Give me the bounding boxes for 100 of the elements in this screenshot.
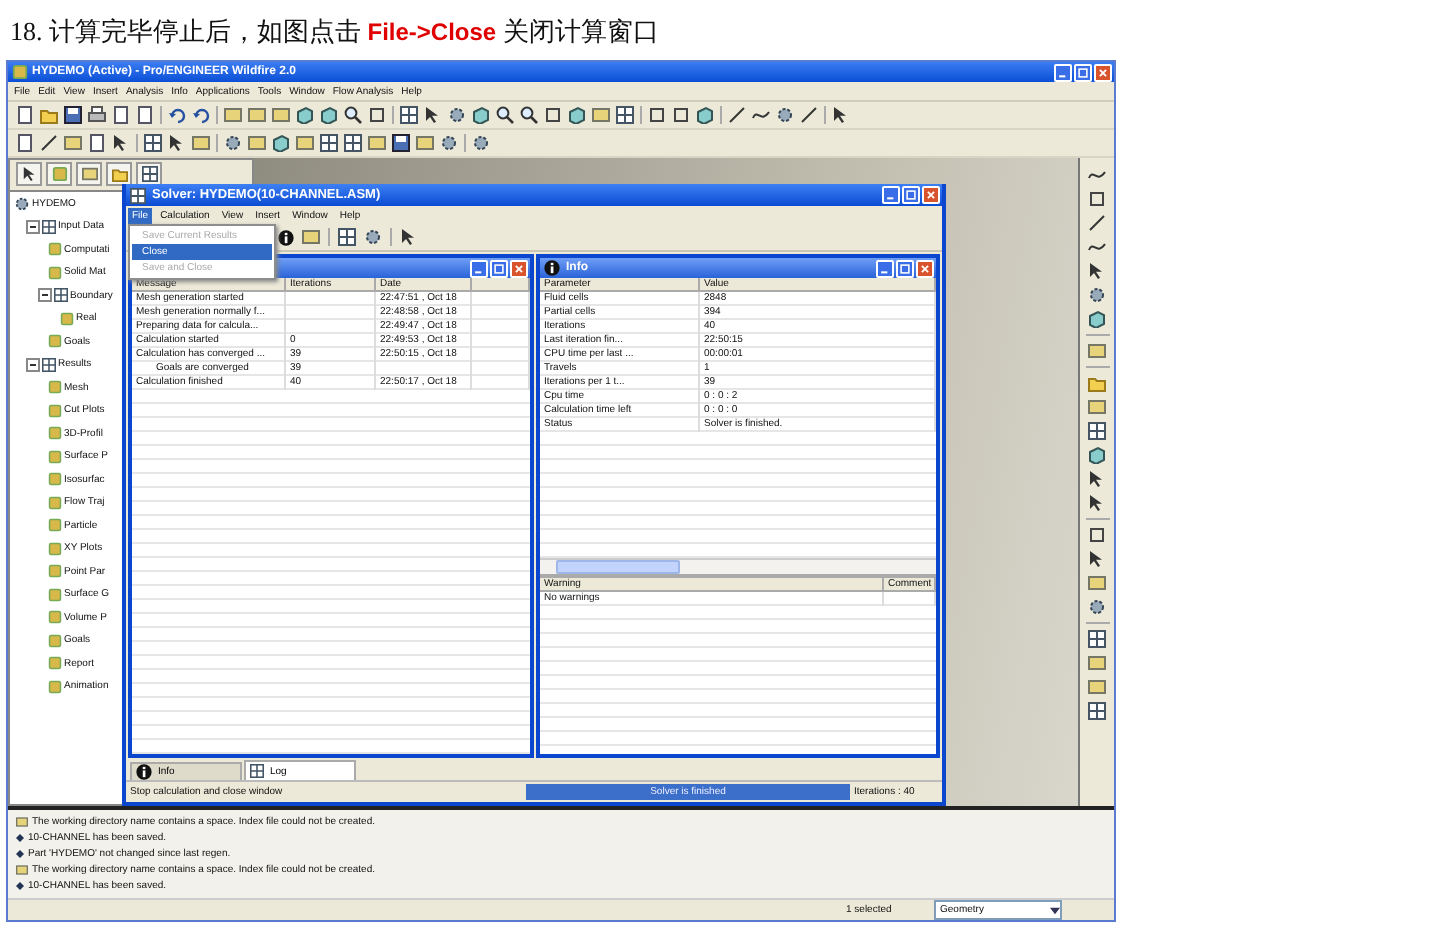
search-icon[interactable]	[520, 106, 538, 124]
cursor-icon[interactable]	[1088, 550, 1106, 568]
cursor-icon[interactable]	[424, 106, 442, 124]
minimize-button[interactable]	[882, 186, 900, 204]
square-icon[interactable]	[648, 106, 666, 124]
node-icon	[48, 495, 62, 510]
maximize-button[interactable]	[490, 259, 508, 277]
printer-icon[interactable]	[88, 106, 106, 124]
cube-icon[interactable]	[1088, 446, 1106, 464]
square-icon[interactable]	[368, 106, 386, 124]
folder-icon[interactable]	[1088, 374, 1106, 392]
box-icon[interactable]	[224, 106, 242, 124]
gear-icon[interactable]	[364, 228, 382, 246]
cursor-icon[interactable]	[112, 134, 130, 152]
line-icon[interactable]	[40, 134, 58, 152]
scroll-thumb[interactable]	[556, 560, 680, 574]
cursor-icon[interactable]	[832, 106, 850, 124]
node-icon	[12, 64, 28, 80]
line-icon[interactable]	[728, 106, 746, 124]
gear-icon[interactable]	[224, 134, 242, 152]
expand-toggle[interactable]	[26, 357, 40, 372]
square-icon[interactable]	[1088, 190, 1106, 208]
close-button[interactable]	[510, 259, 528, 277]
grid-icon	[54, 288, 68, 303]
cursor-icon[interactable]	[1088, 262, 1106, 280]
box-icon[interactable]	[64, 134, 82, 152]
minimize-button[interactable]	[1054, 63, 1072, 81]
folder-icon	[111, 166, 127, 182]
box-icon[interactable]	[272, 106, 290, 124]
grid-icon	[130, 187, 146, 203]
maximize-button[interactable]	[902, 186, 920, 204]
box-icon[interactable]	[248, 134, 266, 152]
box-icon[interactable]	[416, 134, 434, 152]
grid-icon[interactable]	[616, 106, 634, 124]
grid-icon[interactable]	[1088, 422, 1106, 440]
box-icon[interactable]	[1088, 398, 1106, 416]
close-icon	[512, 261, 526, 275]
grid-icon[interactable]	[320, 134, 338, 152]
gear-icon[interactable]	[776, 106, 794, 124]
cube-icon[interactable]	[1088, 310, 1106, 328]
curve-icon[interactable]	[752, 106, 770, 124]
maximize-button[interactable]	[1074, 63, 1092, 81]
grid-icon[interactable]	[1088, 630, 1106, 648]
box-icon[interactable]	[192, 134, 210, 152]
folder-icon[interactable]	[40, 106, 58, 124]
cube-icon[interactable]	[472, 106, 490, 124]
search-icon[interactable]	[344, 106, 362, 124]
close-icon	[924, 188, 938, 202]
close-button[interactable]	[1094, 63, 1112, 81]
node-icon	[48, 380, 62, 395]
grid-icon[interactable]	[344, 134, 362, 152]
grid-icon	[141, 166, 157, 182]
expand-toggle[interactable]	[26, 219, 40, 234]
box-icon[interactable]	[368, 134, 386, 152]
grid-icon	[250, 764, 264, 778]
box-icon[interactable]	[296, 134, 314, 152]
minimize-button[interactable]	[470, 259, 488, 277]
line-icon[interactable]	[1088, 214, 1106, 232]
node-icon	[48, 426, 62, 441]
curve-icon[interactable]	[1088, 238, 1106, 256]
cube-icon[interactable]	[568, 106, 586, 124]
maximize-button[interactable]	[896, 259, 914, 277]
box-icon[interactable]	[1088, 678, 1106, 696]
node-icon	[48, 564, 62, 579]
cursor-icon[interactable]	[168, 134, 186, 152]
grid-icon[interactable]	[1088, 702, 1106, 720]
box-icon[interactable]	[1088, 574, 1106, 592]
cursor-icon[interactable]	[400, 228, 418, 246]
grid-icon[interactable]	[400, 106, 418, 124]
gear-icon[interactable]	[1088, 286, 1106, 304]
line-icon[interactable]	[800, 106, 818, 124]
box-icon[interactable]	[302, 228, 320, 246]
gear-icon[interactable]	[1088, 598, 1106, 616]
bullet-icon	[16, 882, 24, 890]
horizontal-scrollbar[interactable]	[540, 558, 936, 574]
cube-icon[interactable]	[696, 106, 714, 124]
cursor-icon	[21, 166, 37, 182]
tree-tab[interactable]	[136, 162, 162, 186]
grid-icon[interactable]	[338, 228, 356, 246]
square-icon[interactable]	[544, 106, 562, 124]
maximize-icon	[904, 188, 918, 202]
box-icon[interactable]	[1088, 654, 1106, 672]
node-icon	[48, 334, 62, 349]
box-icon[interactable]	[248, 106, 266, 124]
square-icon[interactable]	[672, 106, 690, 124]
curve-icon[interactable]	[1088, 166, 1106, 184]
box-icon	[81, 166, 97, 182]
grid-icon[interactable]	[144, 134, 162, 152]
close-button[interactable]	[916, 259, 934, 277]
maximize-icon	[1076, 65, 1090, 79]
square-icon[interactable]	[1088, 526, 1106, 544]
tree-tab[interactable]	[16, 162, 42, 186]
minimize-button[interactable]	[876, 259, 894, 277]
expand-toggle[interactable]	[38, 288, 52, 303]
search-icon[interactable]	[496, 106, 514, 124]
box-icon[interactable]	[1088, 342, 1106, 360]
box-icon[interactable]	[592, 106, 610, 124]
close-button[interactable]	[922, 186, 940, 204]
grid-icon	[42, 219, 56, 234]
node-icon	[48, 633, 62, 648]
